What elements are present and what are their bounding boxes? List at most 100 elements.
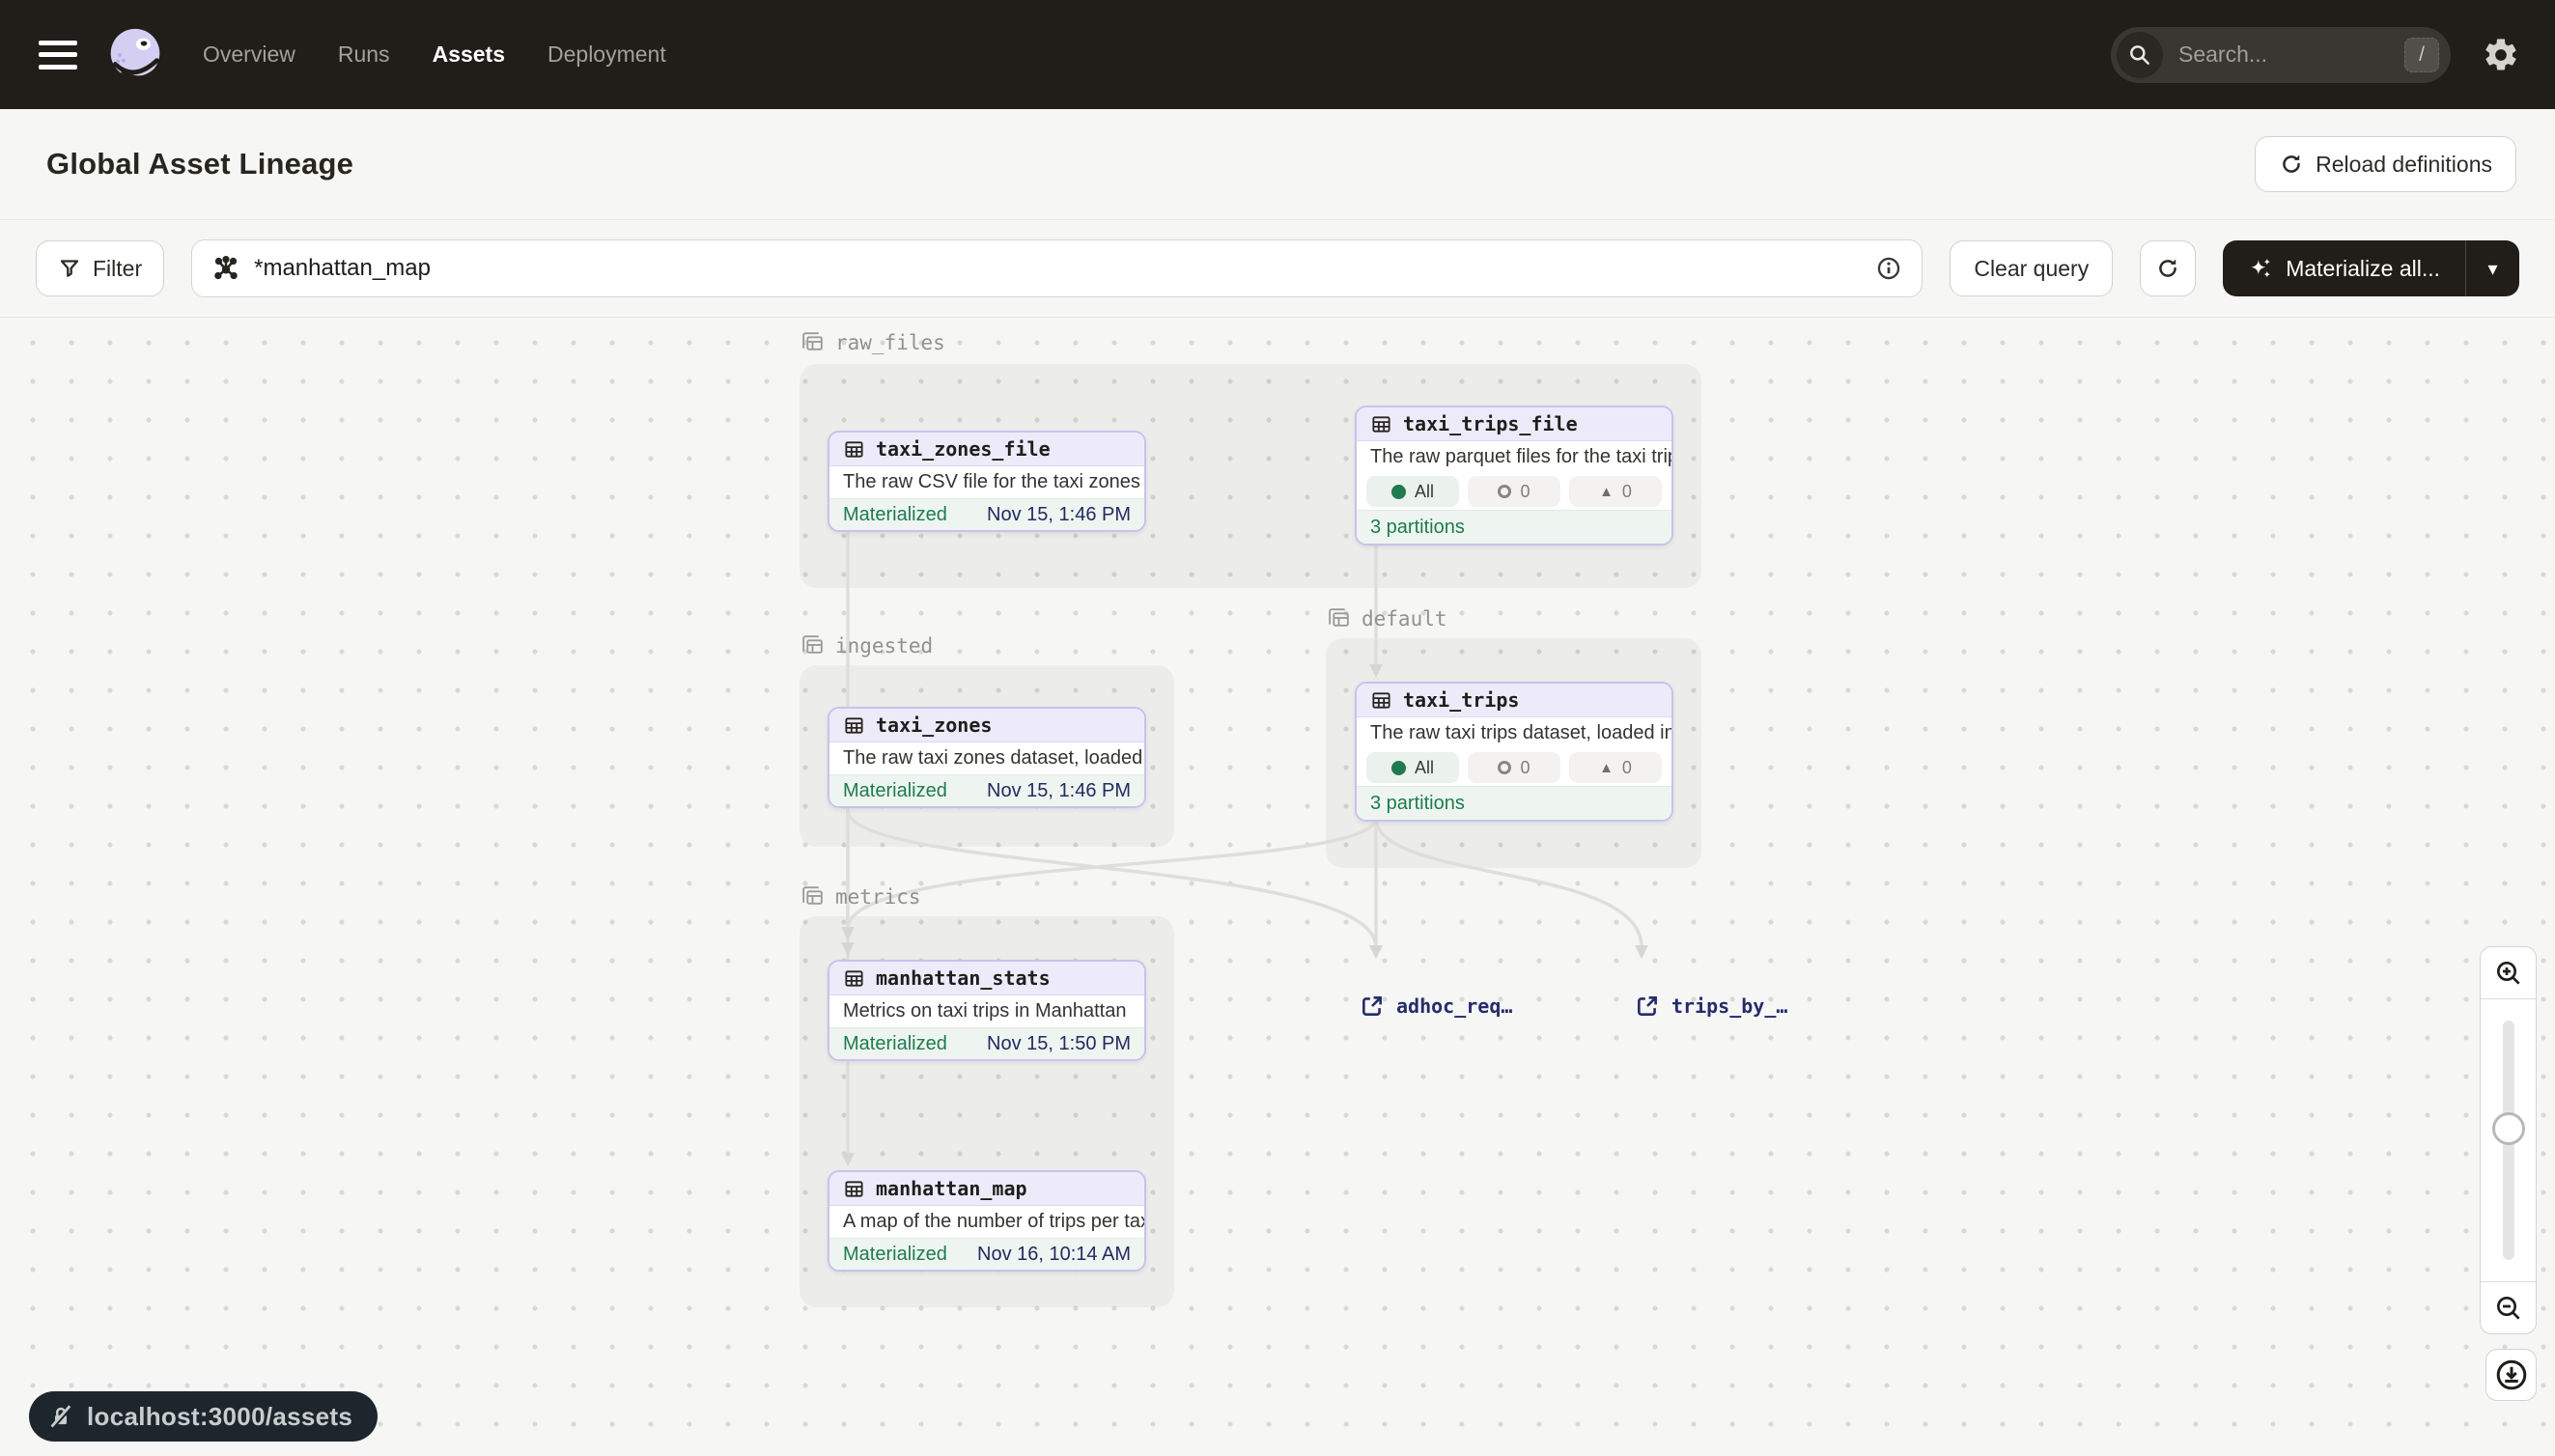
gear-icon[interactable] (2482, 36, 2520, 74)
asset-name: taxi_trips_file (1403, 412, 1578, 435)
group-icon (800, 632, 826, 658)
asset-node-manhattan-stats[interactable]: manhattan_stats Metrics on taxi trips in… (828, 960, 1146, 1061)
asset-description: A map of the number of trips per taxi z.… (829, 1206, 1144, 1238)
table-icon (843, 438, 865, 461)
status-badge: Materialized (843, 1033, 947, 1055)
triangle-icon: ▲ (1599, 485, 1614, 499)
group-label-metrics[interactable]: metrics (800, 883, 921, 910)
table-icon (843, 714, 865, 737)
materialize-all-button[interactable]: Materialize all... ▾ (2223, 240, 2519, 296)
zoom-in-button[interactable] (2481, 947, 2536, 999)
external-node-adhoc-request[interactable]: adhoc_req… (1360, 994, 1512, 1019)
zoom-out-button[interactable] (2481, 1281, 2536, 1333)
all-dot-icon (1391, 761, 1406, 775)
zoom-slider-handle[interactable] (2492, 1112, 2525, 1145)
page-title: Global Asset Lineage (46, 147, 353, 182)
status-timestamp: Nov 15, 1:50 PM (987, 1033, 1131, 1055)
status-timestamp: Nov 15, 1:46 PM (987, 780, 1131, 802)
asset-name: taxi_zones_file (876, 437, 1051, 461)
partition-badge-all: All (1366, 752, 1459, 783)
nav-overview[interactable]: Overview (203, 42, 295, 68)
sparkle-icon (2248, 256, 2273, 281)
status-badge: Materialized (843, 780, 947, 802)
partition-badge-missing: 0 (1468, 476, 1560, 507)
asset-graph-icon (211, 254, 240, 283)
info-icon[interactable] (1875, 255, 1902, 282)
partition-badge-missing: 0 (1468, 752, 1560, 783)
asset-name: manhattan_stats (876, 966, 1051, 990)
reload-icon (2279, 152, 2304, 177)
nav-runs[interactable]: Runs (338, 42, 390, 68)
table-icon (1370, 689, 1392, 712)
asset-query-input[interactable]: *manhattan_map (191, 239, 1923, 297)
asset-description: The raw parquet files for the taxi trips… (1357, 441, 1671, 473)
zoom-slider[interactable] (2481, 999, 2536, 1281)
status-badge: Materialized (843, 504, 947, 526)
table-icon (843, 1178, 865, 1200)
nav-deployment[interactable]: Deployment (548, 42, 666, 68)
clear-query-button[interactable]: Clear query (1950, 240, 2113, 296)
asset-name: taxi_zones (876, 714, 992, 737)
nav-assets[interactable]: Assets (433, 42, 505, 68)
group-icon (1326, 605, 1352, 631)
dagster-logo[interactable] (106, 26, 164, 84)
external-node-trips-by[interactable]: trips_by_… (1635, 994, 1787, 1019)
group-icon (800, 883, 826, 910)
status-timestamp: Nov 16, 10:14 AM (977, 1244, 1131, 1266)
caret-down-icon: ▾ (2487, 257, 2497, 281)
table-icon (1370, 413, 1392, 435)
group-label-default[interactable]: default (1326, 605, 1447, 631)
zoom-in-icon (2493, 958, 2524, 989)
asset-description: The raw CSV file for the taxi zones dat.… (829, 466, 1144, 498)
table-icon (843, 967, 865, 990)
group-label-ingested[interactable]: ingested (800, 632, 933, 658)
asset-node-manhattan-map[interactable]: manhattan_map A map of the number of tri… (828, 1170, 1146, 1272)
asset-name: manhattan_map (876, 1177, 1027, 1200)
partition-badge-all: All (1366, 476, 1459, 507)
zoom-out-icon (2493, 1293, 2524, 1324)
asset-description: The raw taxi zones dataset, loaded int..… (829, 742, 1144, 774)
circle-outline-icon (1498, 485, 1511, 498)
asset-description: The raw taxi trips dataset, loaded into … (1357, 717, 1671, 749)
group-label-raw-files[interactable]: raw_files (800, 329, 945, 355)
partitions-count: 3 partitions (1357, 786, 1671, 820)
lineage-canvas[interactable]: raw_files ingested default metrics (0, 318, 2555, 1456)
partitions-count: 3 partitions (1357, 510, 1671, 544)
status-badge: Materialized (843, 1244, 947, 1266)
slash-shortcut-badge: / (2404, 38, 2439, 72)
search-input[interactable]: Search... / (2111, 27, 2451, 83)
search-placeholder: Search... (2178, 42, 2404, 68)
asset-node-taxi-trips[interactable]: taxi_trips The raw taxi trips dataset, l… (1355, 682, 1673, 822)
top-navbar: Overview Runs Assets Deployment Search..… (0, 0, 2555, 109)
refresh-button[interactable] (2140, 240, 2196, 296)
zoom-panel (2480, 946, 2537, 1334)
asset-name: taxi_trips (1403, 688, 1519, 712)
main-nav: Overview Runs Assets Deployment (203, 42, 666, 68)
status-timestamp: Nov 15, 1:46 PM (987, 504, 1131, 526)
circle-outline-icon (1498, 761, 1511, 774)
download-image-button[interactable] (2485, 1349, 2537, 1401)
query-value: *manhattan_map (254, 255, 1862, 282)
filter-icon (58, 257, 81, 280)
asset-node-taxi-zones-file[interactable]: taxi_zones_file The raw CSV file for the… (828, 431, 1146, 532)
hamburger-icon[interactable] (39, 41, 77, 70)
asset-node-taxi-zones[interactable]: taxi_zones The raw taxi zones dataset, l… (828, 707, 1146, 808)
reload-definitions-button[interactable]: Reload definitions (2255, 136, 2516, 192)
browser-status-bubble: localhost:3000/assets (29, 1391, 378, 1442)
external-link-icon (1360, 994, 1385, 1019)
page-header: Global Asset Lineage Reload definitions (0, 109, 2555, 220)
asset-description: Metrics on taxi trips in Manhattan (829, 995, 1144, 1027)
search-icon (2117, 32, 2163, 78)
materialize-dropdown-caret[interactable]: ▾ (2465, 240, 2519, 296)
partition-badge-failed: ▲0 (1569, 752, 1662, 783)
lock-slash-icon (46, 1402, 75, 1431)
asset-node-taxi-trips-file[interactable]: taxi_trips_file The raw parquet files fo… (1355, 406, 1673, 546)
filter-button[interactable]: Filter (36, 240, 164, 296)
group-icon (800, 329, 826, 355)
all-dot-icon (1391, 485, 1406, 499)
partition-badge-failed: ▲0 (1569, 476, 1662, 507)
status-url: localhost:3000/assets (87, 1402, 352, 1432)
lineage-toolbar: Filter *manhattan_map Clear query (0, 220, 2555, 318)
external-link-icon (1635, 994, 1660, 1019)
download-icon (2494, 1358, 2529, 1392)
